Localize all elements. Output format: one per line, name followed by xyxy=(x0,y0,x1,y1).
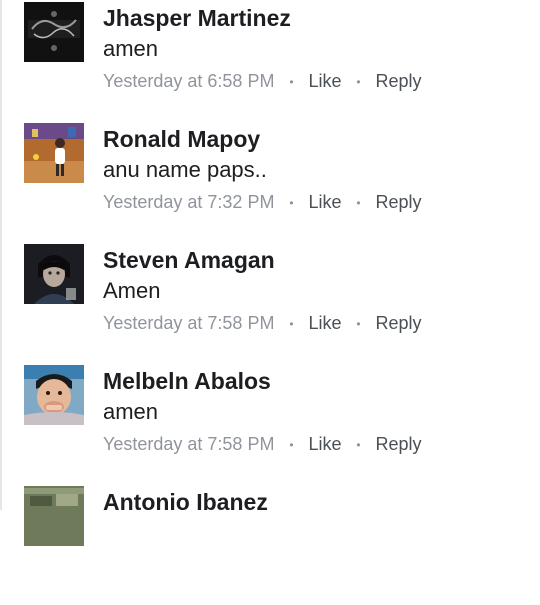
timestamp[interactable]: Yesterday at 7:58 PM xyxy=(103,313,274,334)
avatar[interactable] xyxy=(24,244,84,304)
reply-button[interactable]: Reply xyxy=(375,434,421,455)
separator-dot: • xyxy=(289,195,294,210)
comment-text: Amen xyxy=(103,278,161,303)
avatar[interactable] xyxy=(24,2,84,62)
separator-dot: • xyxy=(356,316,361,331)
timestamp[interactable]: Yesterday at 7:58 PM xyxy=(103,434,274,455)
like-button[interactable]: Like xyxy=(308,434,341,455)
commenter-name[interactable]: Jhasper Martinez xyxy=(103,5,291,32)
commenter-name[interactable]: Melbeln Abalos xyxy=(103,368,271,395)
reply-button[interactable]: Reply xyxy=(375,313,421,334)
comment-meta: Yesterday at 6:58 PM • Like • Reply xyxy=(103,71,422,92)
comment-item: Steven Amagan Amen Yesterday at 7:58 PM … xyxy=(0,242,540,363)
comment-item: Ronald Mapoy anu name paps.. Yesterday a… xyxy=(0,121,540,242)
separator-dot: • xyxy=(356,74,361,89)
separator-dot: • xyxy=(289,316,294,331)
comment-item: Melbeln Abalos amen Yesterday at 7:58 PM… xyxy=(0,363,540,484)
commenter-name[interactable]: Steven Amagan xyxy=(103,247,275,274)
comment-item: Jhasper Martinez amen Yesterday at 6:58 … xyxy=(0,0,540,121)
comment-meta: Yesterday at 7:58 PM • Like • Reply xyxy=(103,434,422,455)
comment-item: Antonio Ibanez xyxy=(0,484,540,605)
timestamp[interactable]: Yesterday at 6:58 PM xyxy=(103,71,274,92)
avatar[interactable] xyxy=(24,123,84,183)
comment-meta: Yesterday at 7:58 PM • Like • Reply xyxy=(103,313,422,334)
comment-text: amen xyxy=(103,36,159,61)
separator-dot: • xyxy=(289,74,294,89)
comment-meta: Yesterday at 7:32 PM • Like • Reply xyxy=(103,192,422,213)
comment-text: amen xyxy=(103,399,159,424)
avatar[interactable] xyxy=(24,365,84,425)
separator-dot: • xyxy=(289,437,294,452)
separator-dot: • xyxy=(356,195,361,210)
like-button[interactable]: Like xyxy=(308,313,341,334)
comment-text: anu name paps.. xyxy=(103,157,267,182)
commenter-name[interactable]: Ronald Mapoy xyxy=(103,126,260,153)
commenter-name[interactable]: Antonio Ibanez xyxy=(103,489,268,516)
like-button[interactable]: Like xyxy=(308,71,341,92)
avatar[interactable] xyxy=(24,486,84,546)
like-button[interactable]: Like xyxy=(308,192,341,213)
timestamp[interactable]: Yesterday at 7:32 PM xyxy=(103,192,274,213)
reply-button[interactable]: Reply xyxy=(375,192,421,213)
reply-button[interactable]: Reply xyxy=(375,71,421,92)
separator-dot: • xyxy=(356,437,361,452)
